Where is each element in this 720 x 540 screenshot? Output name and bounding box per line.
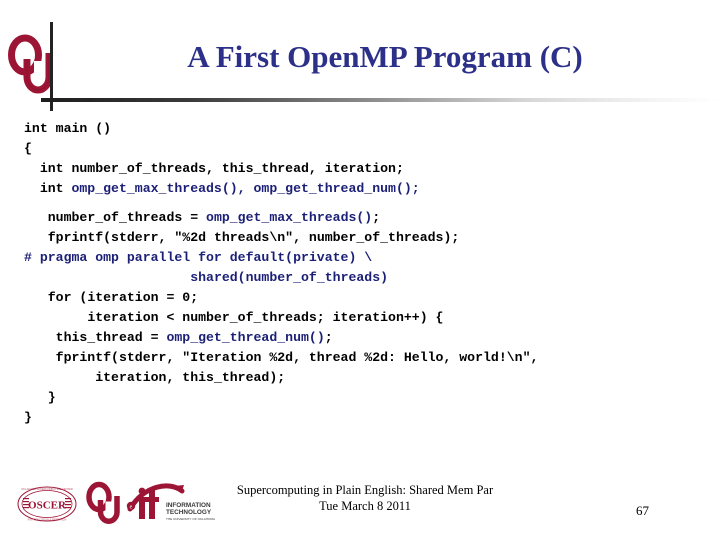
code-token-plain: }: [24, 410, 32, 425]
code-line: }: [24, 388, 714, 408]
ou-logo-footer-icon: [86, 481, 120, 526]
code-token-plain: fprintf(stderr, "Iteration %2d, thread %…: [55, 350, 539, 365]
code-line: {: [24, 139, 714, 159]
code-token-plain: int: [39, 181, 72, 196]
code-line: number_of_threads = omp_get_max_threads(…: [24, 208, 714, 228]
code-listing: int main () { int number_of_threads, this…: [24, 119, 714, 428]
code-token-plain: ;: [372, 210, 381, 225]
code-line: int number_of_threads, this_thread, iter…: [24, 159, 714, 179]
code-line: shared(number_of_threads): [24, 268, 714, 288]
code-token-plain: int main (): [24, 121, 112, 136]
code-token-plain: number_of_threads =: [47, 210, 207, 225]
footer-line-1: Supercomputing in Plain English: Shared …: [236, 483, 494, 497]
code-line: }: [24, 408, 714, 428]
code-token-plain: }: [47, 390, 56, 405]
footer-text: Supercomputing in Plain English: Shared …: [160, 483, 570, 514]
code-token-openmp: # pragma omp parallel for default(privat…: [24, 250, 373, 265]
svg-text:e: e: [130, 505, 133, 511]
svg-text:FOR EDUCATION & RESEARCH: FOR EDUCATION & RESEARCH: [28, 517, 67, 521]
code-token-plain: int number_of_threads, this_thread, iter…: [39, 161, 404, 176]
slide-header: A First OpenMP Program (C): [0, 0, 720, 112]
code-line: fprintf(stderr, "Iteration %2d, thread %…: [24, 348, 714, 368]
code-line: iteration < number_of_threads; iteration…: [24, 308, 714, 328]
svg-text:OKLAHOMA SUPERCOMPUTING CENTER: OKLAHOMA SUPERCOMPUTING CENTER: [21, 487, 73, 491]
code-line: for (iteration = 0;: [24, 288, 714, 308]
svg-text:OSCER: OSCER: [28, 500, 67, 512]
code-token-plain: {: [24, 141, 32, 156]
code-token-plain: fprintf(stderr, "%2d threads\n", number_…: [47, 230, 460, 245]
code-line: this_thread = omp_get_thread_num();: [24, 328, 714, 348]
header-horizontal-rule: [41, 98, 720, 102]
svg-text:THE UNIVERSITY OF OKLAHOMA: THE UNIVERSITY OF OKLAHOMA: [166, 517, 216, 521]
oscer-logo-icon: OSCER OKLAHOMA SUPERCOMPUTING CENTER FOR…: [16, 483, 78, 525]
code-token-plain: for (iteration = 0;: [47, 290, 199, 305]
page-number: 67: [636, 503, 649, 518]
code-line: iteration, this_thread);: [24, 368, 714, 388]
page-title: A First OpenMP Program (C): [187, 39, 583, 74]
ou-logo-icon: [8, 31, 53, 97]
footer-line-2: Tue March 8 2011: [319, 498, 411, 513]
code-line: fprintf(stderr, "%2d threads\n", number_…: [24, 228, 714, 248]
code-line: int main (): [24, 119, 714, 139]
code-token-openmp: omp_get_thread_num(): [166, 330, 325, 345]
code-token-openmp: omp_get_max_threads(), omp_get_thread_nu…: [71, 181, 420, 196]
code-token-plain: ;: [324, 330, 333, 345]
code-token-openmp: shared(number_of_threads): [190, 270, 389, 285]
code-line: int omp_get_max_threads(), omp_get_threa…: [24, 179, 714, 199]
code-line: # pragma omp parallel for default(privat…: [24, 248, 714, 268]
code-token-plain: this_thread =: [55, 330, 167, 345]
code-token-plain: iteration, this_thread);: [95, 370, 286, 385]
code-token-openmp: omp_get_max_threads(): [206, 210, 373, 225]
code-token-plain: iteration < number_of_threads; iteration…: [87, 310, 444, 325]
